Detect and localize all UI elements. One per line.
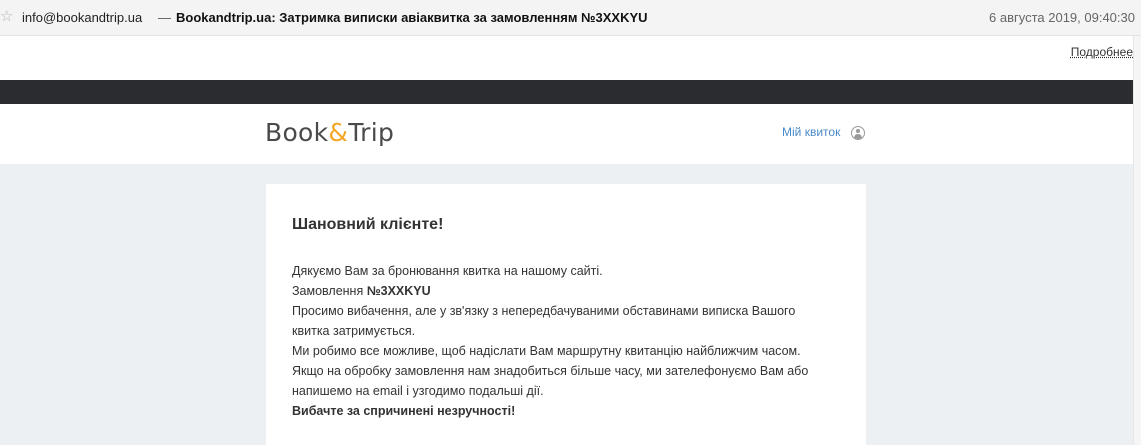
sorry-line: Вибачте за спричинені незручності!	[292, 401, 852, 421]
logo-ampersand: &	[328, 118, 349, 147]
mail-date: 6 августа 2019, 09:40:30	[989, 10, 1135, 25]
contact-line-1: Якщо на обробку замовлення нам знадобить…	[292, 364, 809, 378]
logo-text-book: Book	[265, 118, 329, 147]
message-body: Дякуємо Вам за бронювання квитка на нашо…	[292, 261, 852, 421]
message-card: Шановний клієнте! Дякуємо Вам за бронюва…	[266, 184, 866, 445]
mail-header: ☆ info@bookandtrip.ua — Bookandtrip.ua: …	[0, 0, 1141, 36]
order-line: Замовлення №3XXKYU	[292, 281, 852, 301]
sender-address[interactable]: info@bookandtrip.ua	[22, 0, 142, 36]
user-icon-shoulders	[854, 134, 862, 139]
contact-line-2: напишемо на email і узгодимо подальші ді…	[292, 384, 544, 398]
scrollbar[interactable]	[1133, 36, 1141, 445]
order-label: Замовлення	[292, 284, 367, 298]
user-icon[interactable]	[851, 126, 865, 140]
star-icon[interactable]: ☆	[0, 9, 16, 25]
logo-text-trip: Trip	[348, 118, 395, 147]
details-link[interactable]: Подробнее	[1071, 45, 1133, 59]
greeting-heading: Шановний клієнте!	[292, 216, 444, 233]
header-separator: —	[158, 10, 171, 25]
email-top-bar	[0, 80, 1133, 104]
user-icon-head	[856, 129, 860, 133]
effort-line: Ми робимо все можливе, щоб надіслати Вам…	[292, 344, 801, 358]
email-brand-bar: Book&Trip Мій квиток	[0, 104, 1133, 164]
my-ticket-link[interactable]: Мій квиток	[782, 125, 840, 139]
apology-line-1: Просимо вибачення, але у зв'язку з непер…	[292, 304, 796, 318]
bookandtrip-logo[interactable]: Book&Trip	[265, 118, 394, 148]
order-number: №3XXKYU	[366, 284, 431, 298]
apology-line-2: квитка затримується.	[292, 324, 416, 338]
sorry-text: Вибачте за спричинені незручності!	[292, 404, 516, 418]
mail-subject: Bookandtrip.ua: Затримка виписки авіакви…	[176, 10, 648, 25]
thanks-line: Дякуємо Вам за бронювання квитка на нашо…	[292, 264, 603, 278]
